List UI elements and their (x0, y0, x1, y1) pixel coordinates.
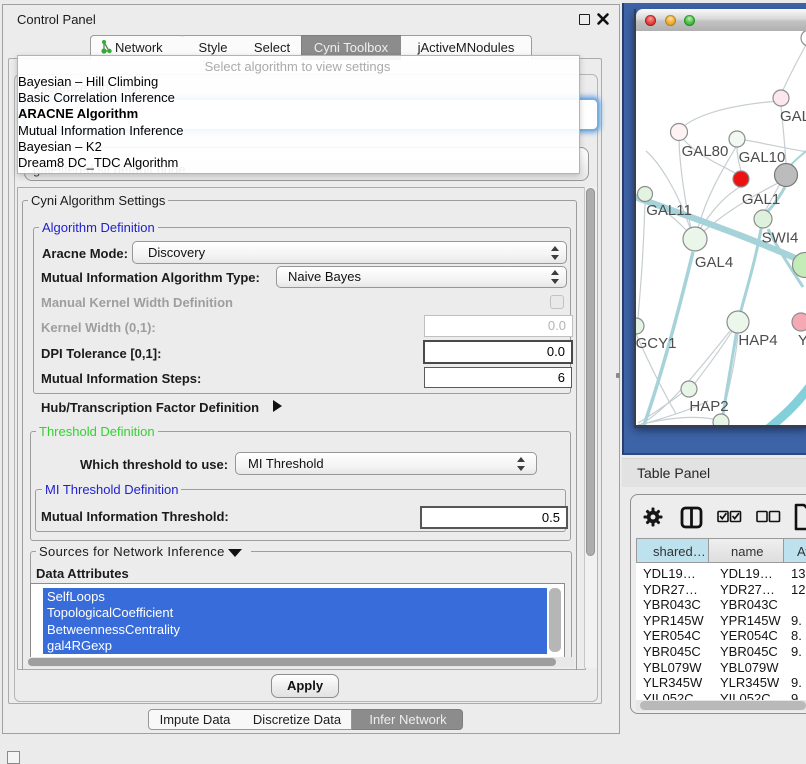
svg-text:SWI4: SWI4 (762, 230, 799, 247)
svg-text:HAP2: HAP2 (689, 398, 728, 415)
svg-text:GAL80: GAL80 (682, 143, 729, 160)
svg-text:YJ: YJ (798, 332, 806, 349)
svg-text:GAL7: GAL7 (780, 108, 806, 125)
svg-text:GAL10: GAL10 (739, 149, 786, 166)
svg-text:GCY1: GCY1 (636, 335, 676, 352)
svg-text:GAL1: GAL1 (742, 191, 780, 208)
svg-text:GAL11: GAL11 (646, 202, 692, 219)
svg-text:GAL4: GAL4 (695, 254, 733, 271)
svg-text:HAP4: HAP4 (738, 332, 777, 349)
